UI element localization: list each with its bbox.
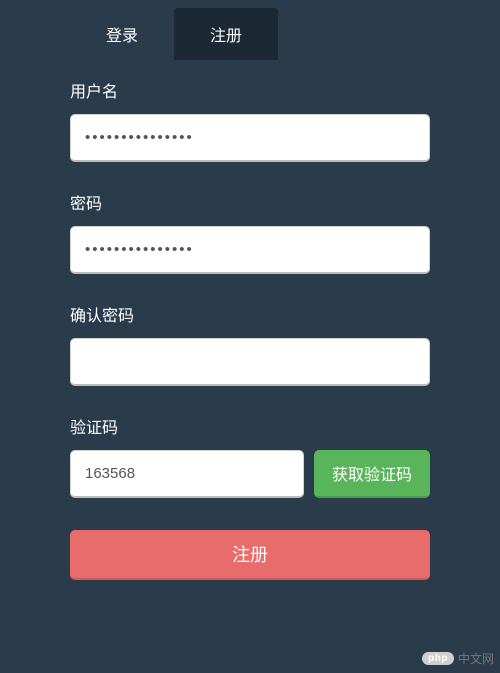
captcha-row: 获取验证码 (70, 450, 430, 498)
watermark-badge: php (422, 652, 454, 665)
password-label: 密码 (70, 190, 430, 214)
register-panel: 登录 注册 用户名 密码 确认密码 验证码 获取验证码 注册 (0, 0, 500, 673)
password-group: 密码 (70, 190, 430, 274)
captcha-label: 验证码 (70, 414, 430, 438)
password-input[interactable] (70, 226, 430, 274)
username-label: 用户名 (70, 78, 430, 102)
auth-tabs: 登录 注册 (0, 8, 500, 60)
watermark-text: 中文网 (458, 650, 494, 667)
tab-login[interactable]: 登录 (70, 8, 174, 60)
captcha-group: 验证码 获取验证码 (70, 414, 430, 498)
captcha-input[interactable] (70, 450, 304, 498)
register-form: 用户名 密码 确认密码 验证码 获取验证码 注册 (0, 78, 500, 580)
tab-register[interactable]: 注册 (174, 8, 278, 60)
confirm-password-input[interactable] (70, 338, 430, 386)
register-submit-button[interactable]: 注册 (70, 530, 430, 580)
confirm-password-label: 确认密码 (70, 302, 430, 326)
username-input[interactable] (70, 114, 430, 162)
watermark: php 中文网 (422, 650, 494, 667)
get-captcha-button[interactable]: 获取验证码 (314, 450, 430, 498)
confirm-password-group: 确认密码 (70, 302, 430, 386)
username-group: 用户名 (70, 78, 430, 162)
